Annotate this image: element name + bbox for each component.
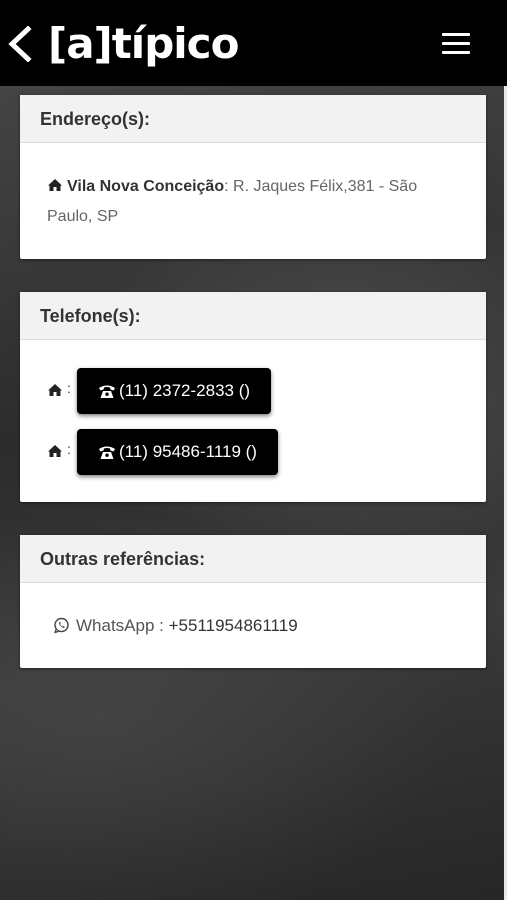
home-icon [48, 445, 62, 457]
phones-card: Telefone(s): : (11) 2372-2833 () : (11) … [20, 292, 486, 502]
references-card: Outras referências: WhatsApp : +55119548… [20, 535, 486, 668]
whatsapp-label: WhatsApp : [76, 616, 169, 635]
whatsapp-reference[interactable]: WhatsApp : +5511954861119 [20, 583, 486, 636]
chevron-left-icon [8, 25, 32, 63]
app-header: [a]típico [0, 0, 507, 86]
call-phone-button[interactable]: (11) 95486-1119 () [77, 429, 278, 475]
telephone-icon [99, 446, 115, 459]
home-icon [48, 384, 62, 396]
phone-number: (11) 2372-2833 () [119, 381, 251, 400]
phones-card-title: Telefone(s): [20, 292, 486, 340]
hamburger-line [442, 42, 470, 45]
home-icon [48, 179, 62, 191]
address-text: Vila Nova Conceição: R. Jaques Félix,381… [20, 143, 486, 232]
menu-button[interactable] [440, 30, 474, 58]
references-card-title: Outras referências: [20, 535, 486, 583]
phone-number: (11) 95486-1119 () [119, 442, 257, 461]
call-phone-button[interactable]: (11) 2372-2833 () [77, 368, 272, 414]
whatsapp-icon [54, 617, 69, 634]
address-card-title: Endereço(s): [20, 95, 486, 143]
neighborhood-name: Vila Nova Conceição [67, 178, 225, 195]
hamburger-menu-icon [442, 33, 470, 36]
address-card: Endereço(s): Vila Nova Conceição: R. Jaq… [20, 95, 486, 259]
hamburger-line [442, 51, 470, 54]
telephone-icon [99, 385, 115, 398]
phone-colon: : [67, 441, 71, 457]
app-logo[interactable]: [a]típico [48, 18, 239, 70]
phone-colon: : [67, 380, 71, 396]
whatsapp-number: +5511954861119 [168, 616, 298, 635]
back-button[interactable] [6, 25, 36, 63]
